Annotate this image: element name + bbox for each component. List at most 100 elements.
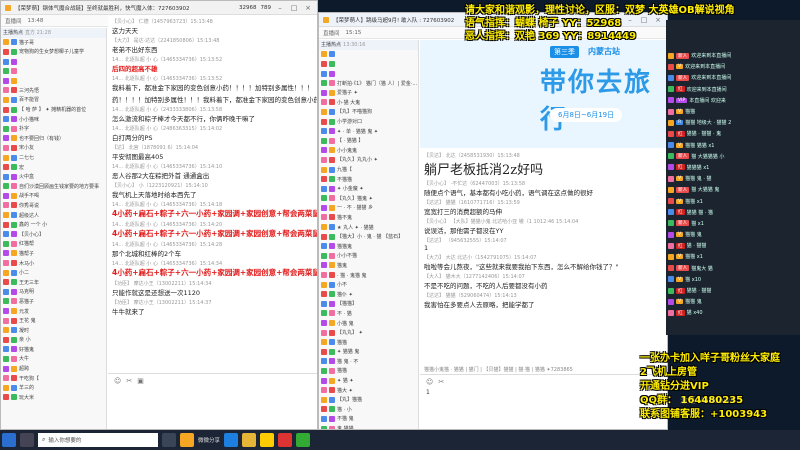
- member-row[interactable]: 你秀哥说: [1, 201, 106, 211]
- viewer-row[interactable]: V 猫猫 x1: [666, 251, 800, 262]
- member-row[interactable]: 【猫猫】: [319, 299, 418, 309]
- member-row[interactable]: 【 哈 萨 】 ✦ 摊精机器的首位: [1, 105, 106, 115]
- viewer-row[interactable]: 新人猫 大猫猫 鬼: [666, 184, 800, 195]
- message-meta[interactable]: 【达】 北宫（1878091 6）15:14:04: [112, 144, 313, 151]
- member-row[interactable]: 红猫帮: [1, 239, 106, 249]
- member-row[interactable]: · 猫 · 鬼猫 鬼: [319, 270, 418, 280]
- taskbar-app-label[interactable]: 微微分享: [198, 436, 220, 444]
- viewer-row[interactable]: 新人 欢迎来到本直播间: [666, 72, 800, 83]
- member-row[interactable]: 猫子哥: [1, 38, 106, 48]
- task-view-icon[interactable]: [162, 433, 176, 447]
- member-row[interactable]: 也不要回归（有钱）: [1, 134, 106, 144]
- message-meta[interactable]: 【达达】 猫猫（1610771716）15:13:59: [424, 199, 663, 206]
- event-banner[interactable]: 第三季 内蒙古站 带你去旅行 6月8日~6月19日: [420, 40, 667, 148]
- scissors-icon[interactable]: ✂: [438, 378, 444, 386]
- viewer-row[interactable]: 红猫 · 猫猫: [666, 240, 800, 251]
- member-row[interactable]: 小小不猫: [319, 251, 418, 261]
- member-row[interactable]: [319, 69, 418, 79]
- member-row[interactable]: 【丸】不喵猫狗: [319, 107, 418, 117]
- member-row[interactable]: [319, 50, 418, 60]
- right-sidebar-tab[interactable]: 13:30:16: [343, 42, 365, 48]
- member-row[interactable]: 宏: [1, 162, 106, 172]
- member-row[interactable]: 三河先悟: [1, 86, 106, 96]
- member-row[interactable]: 扑字: [1, 124, 106, 134]
- member-row[interactable]: 猫不鬼: [319, 213, 418, 223]
- member-row[interactable]: 小学游对口: [319, 117, 418, 127]
- maximize-icon[interactable]: □: [639, 16, 649, 24]
- member-row[interactable]: 鑫的 一个 小: [1, 220, 106, 230]
- member-row[interactable]: 超级达人: [1, 210, 106, 220]
- streamer-avatar-icon[interactable]: [20, 433, 34, 447]
- member-row[interactable]: 大牛: [1, 354, 106, 364]
- member-row[interactable]: ✦ · 单 · 猫猫 鬼 ✦: [319, 126, 418, 136]
- viewer-row[interactable]: 新人猫 x1: [666, 218, 800, 229]
- member-row[interactable]: ✦ 小金魔 ✦: [319, 184, 418, 194]
- right-toolbar-item[interactable]: 直播间: [323, 29, 340, 37]
- message-meta[interactable]: 14... 北逐队超 小 心（1465334736）15:14:34: [112, 260, 313, 267]
- member-row[interactable]: 二七七: [1, 153, 106, 163]
- message-meta[interactable]: 【贝小心】 小（1223120921）15:14:10: [112, 182, 313, 189]
- member-row[interactable]: ✦ 猫猫 鬼: [319, 347, 418, 357]
- member-row[interactable]: 宠物狗的生女梦想椰子儿童学: [1, 47, 106, 57]
- viewer-row[interactable]: V 猫猫: [666, 106, 800, 117]
- member-row[interactable]: 百不能冒: [1, 95, 106, 105]
- member-row[interactable]: 凝时: [1, 325, 106, 335]
- member-row[interactable]: 【猫大】小 · 鬼 · 猫 【蓝石】: [319, 232, 418, 242]
- taskbar-search[interactable]: ⌕ 输入你想要的: [38, 433, 158, 447]
- member-row[interactable]: 不 · 猫: [319, 309, 418, 319]
- viewer-row[interactable]: 新人 欢迎来到本直播间: [666, 50, 800, 61]
- member-row[interactable]: 元发: [1, 306, 106, 316]
- message-meta[interactable]: 【功臣】 摩达小王（13002211）15:14:37: [112, 299, 313, 306]
- member-row[interactable]: 亲 小: [1, 335, 106, 345]
- member-row[interactable]: 王无三年: [1, 277, 106, 287]
- member-row[interactable]: 猫 · 小: [319, 405, 418, 415]
- viewer-row[interactable]: V 欢迎来到本直播间: [666, 61, 800, 72]
- member-row[interactable]: 火中盒: [1, 172, 106, 182]
- close-icon[interactable]: ×: [653, 16, 663, 24]
- message-meta[interactable]: 【大力】 大达 北达小（1542791075）15:14:07: [424, 254, 663, 261]
- viewer-row[interactable]: 红猫猫猫 x1: [666, 162, 800, 173]
- left-sidebar-tab[interactable]: 直方 21:28: [25, 29, 51, 36]
- viewer-row[interactable]: 新人 猫鬼大 猫: [666, 263, 800, 274]
- message-meta[interactable]: 【贝小心】 ·不忙达（62447003）15:13:58: [424, 180, 663, 187]
- member-row[interactable]: [319, 59, 418, 69]
- viewer-row[interactable]: 红欢迎来到本直播间: [666, 84, 800, 95]
- viewer-row[interactable]: 红猫猫 猫 · 猫: [666, 207, 800, 218]
- message-meta[interactable]: 【贝小心】 【大队】猫猫小鬼 北达哈小亚 嗷（1 1012:46 15:14:0…: [424, 218, 663, 225]
- member-row[interactable]: 小小猫咪: [1, 114, 106, 124]
- member-row[interactable]: 猫猫: [319, 366, 418, 376]
- member-row[interactable]: 战手不喝: [1, 191, 106, 201]
- viewer-row[interactable]: V猫 x10: [666, 274, 800, 285]
- member-row[interactable]: 猫猫: [319, 337, 418, 347]
- member-row[interactable]: 木马小: [1, 258, 106, 268]
- emoji-icon[interactable]: ☺: [426, 378, 433, 386]
- member-row[interactable]: 羊三的: [1, 383, 106, 393]
- message-meta[interactable]: 14... 北逐队超 小 心（1465334736）15:14:18: [112, 201, 313, 208]
- message-meta[interactable]: 14... 北逐队超 小 心（1465334736）15:13:52: [112, 56, 313, 63]
- viewer-row[interactable]: R 猫猫 地级大 · 猫猫 2: [666, 117, 800, 128]
- message-meta[interactable]: 14... 北逐队超 小 心（2433333806）15:13:58: [112, 106, 313, 113]
- yy-icon[interactable]: [260, 433, 275, 447]
- minimize-icon[interactable]: –: [625, 16, 635, 24]
- message-meta[interactable]: 【贝达】 北达（2458531930）15:13:48: [424, 152, 663, 159]
- viewer-row[interactable]: 红猫猫 · 猫猫: [666, 285, 800, 296]
- member-row[interactable]: ★ 丸人 ✦ · 猫猫: [319, 222, 418, 232]
- browser-icon[interactable]: [224, 433, 239, 447]
- message-meta[interactable]: 14... 北逐队超 小 心（1465334736）15:14:28: [112, 241, 313, 248]
- member-row[interactable]: 马克明: [1, 287, 106, 297]
- member-row[interactable]: 猫鬼: [319, 261, 418, 271]
- left-window-titlebar[interactable]: 【荣梦萌】钢体气魔合战链】至终就最胜利，快气魔入体：727603902 3296…: [1, 1, 317, 15]
- member-row[interactable]: 王花 鬼: [1, 316, 106, 326]
- member-row[interactable]: [1, 76, 106, 86]
- member-row[interactable]: 猫猫鬼: [319, 241, 418, 251]
- right-sidebar-header[interactable]: 主播热点: [321, 41, 341, 48]
- member-row[interactable]: 爱猫子 ✦: [319, 88, 418, 98]
- member-row[interactable]: 【丸久】丸丸小 ✦: [319, 155, 418, 165]
- member-row[interactable]: 猫 鬼 · 不: [319, 357, 418, 367]
- member-row[interactable]: 不猫 鬼: [319, 414, 418, 424]
- viewer-row[interactable]: 红猫 x40: [666, 307, 800, 318]
- member-row[interactable]: 小二: [1, 268, 106, 278]
- member-row[interactable]: 打断拍·《1》 猫门（猫 人）| 爱金·...: [319, 78, 418, 88]
- member-row[interactable]: 玩大米: [1, 393, 106, 403]
- start-icon[interactable]: [2, 433, 16, 447]
